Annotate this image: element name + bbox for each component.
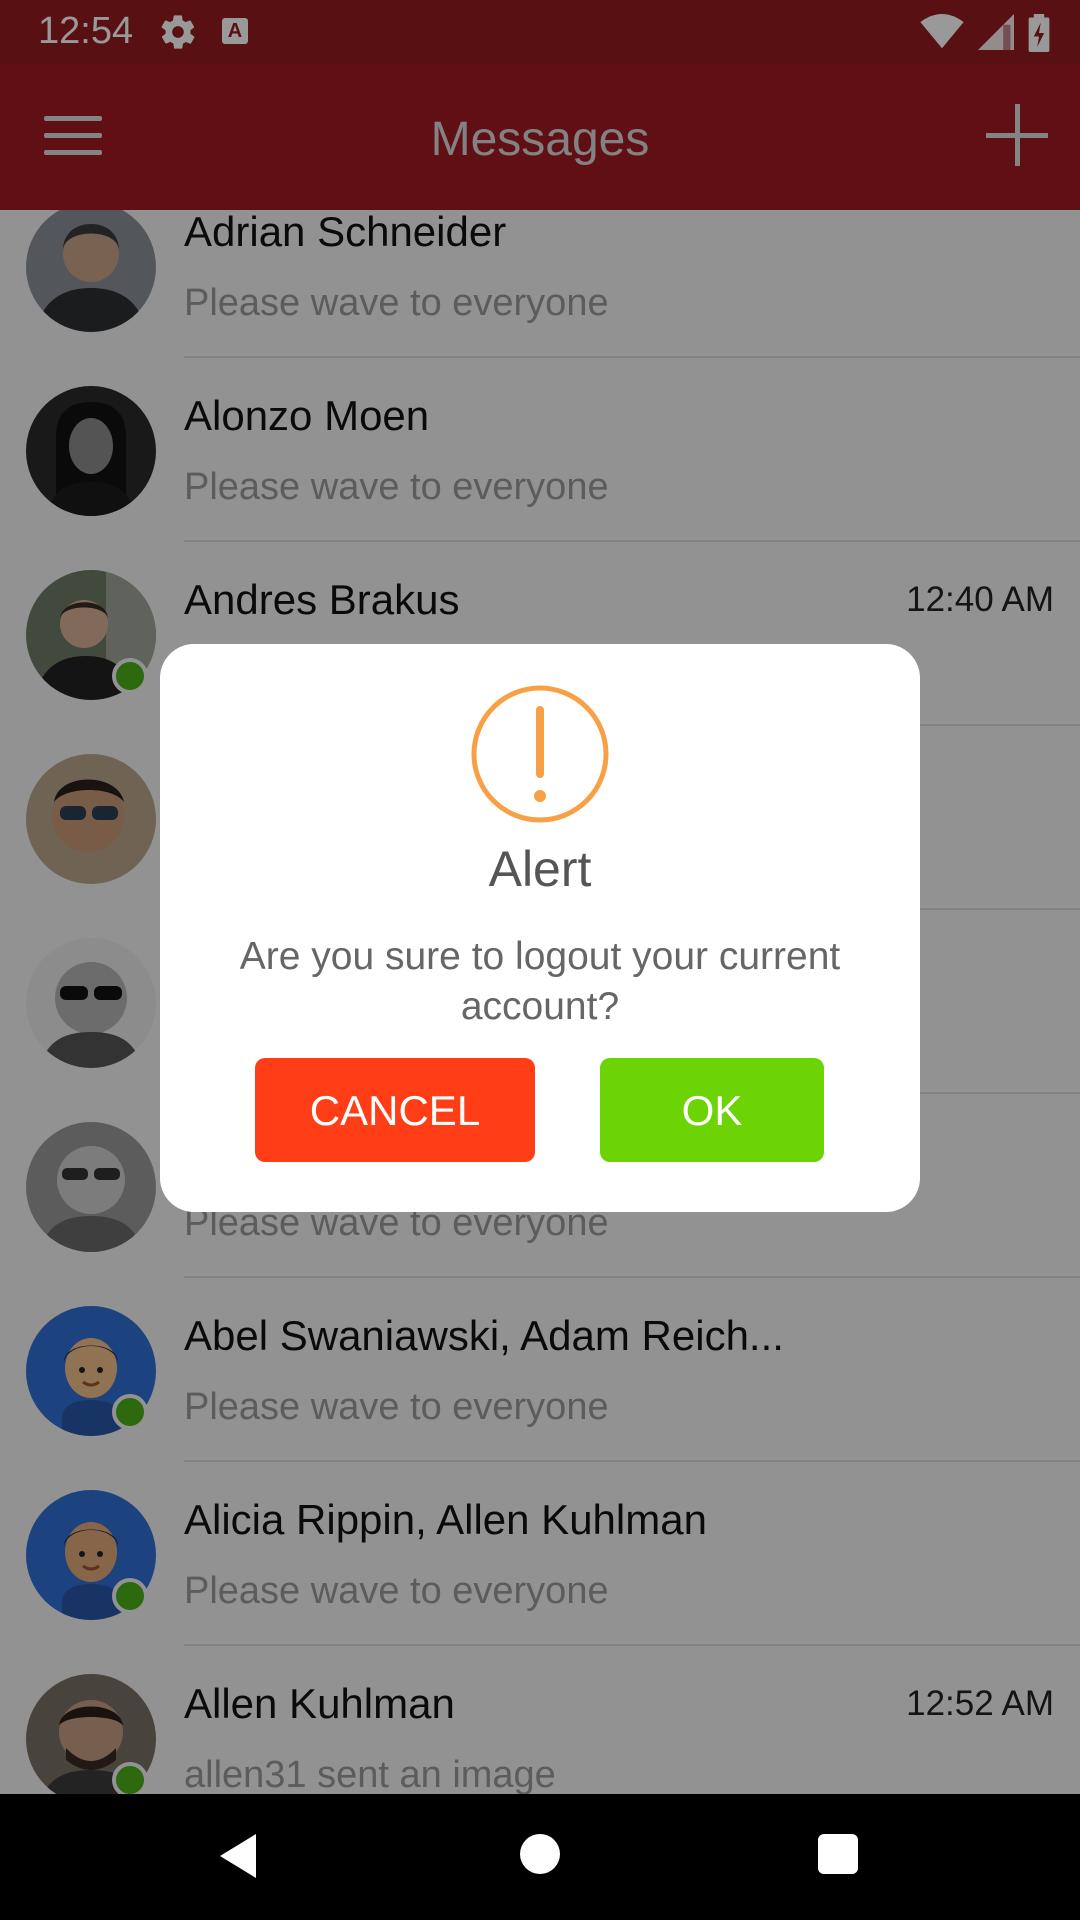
navigation-bar (0, 1794, 1080, 1920)
recent-apps-icon[interactable] (818, 1834, 858, 1874)
screen: 12:54 A Messages Adrian Schneider Please… (0, 0, 1080, 1920)
alert-dialog: Alert Are you sure to logout your curren… (160, 644, 920, 1212)
ok-button[interactable]: OK (600, 1058, 824, 1162)
back-icon[interactable] (218, 1832, 258, 1880)
dialog-title: Alert (488, 841, 592, 897)
home-icon[interactable] (520, 1834, 560, 1874)
exclamation-alert-icon (471, 685, 609, 823)
cancel-button[interactable]: CANCEL (255, 1058, 535, 1162)
dialog-message: Are you sure to logout your current acco… (239, 935, 841, 1028)
